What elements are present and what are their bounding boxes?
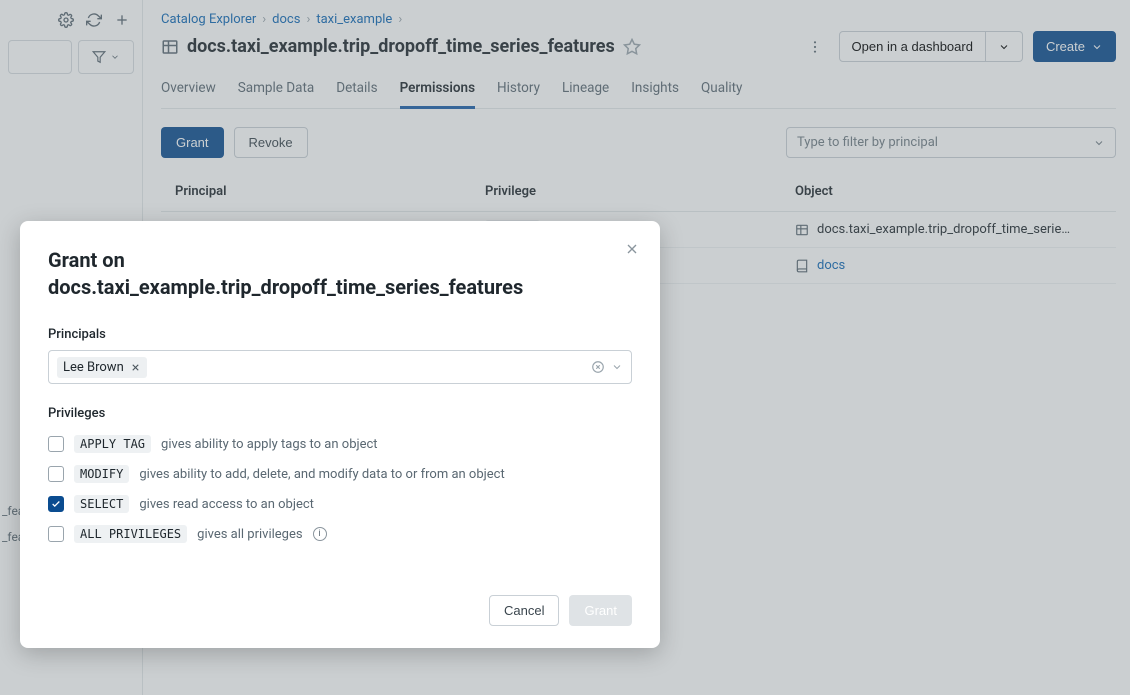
- checkbox-modify[interactable]: [48, 466, 64, 482]
- privilege-name: SELECT: [74, 495, 129, 513]
- grant-modal: Grant on docs.taxi_example.trip_dropoff_…: [20, 221, 660, 648]
- grant-submit-button[interactable]: Grant: [569, 595, 632, 626]
- privilege-row: APPLY TAG gives ability to apply tags to…: [48, 429, 632, 459]
- privilege-row: SELECT gives read access to an object: [48, 489, 632, 519]
- privilege-desc: gives read access to an object: [139, 497, 314, 512]
- principal-chip-label: Lee Brown: [63, 360, 124, 375]
- chevron-down-icon[interactable]: [611, 361, 623, 373]
- privilege-row: MODIFY gives ability to add, delete, and…: [48, 459, 632, 489]
- privilege-row: ALL PRIVILEGES gives all privileges i: [48, 519, 632, 549]
- checkbox-select[interactable]: [48, 496, 64, 512]
- privilege-desc: gives ability to add, delete, and modify…: [139, 467, 504, 482]
- remove-chip-icon[interactable]: [130, 362, 141, 373]
- privilege-desc: gives all privileges: [197, 527, 302, 542]
- clear-all-icon[interactable]: [591, 360, 605, 374]
- info-icon[interactable]: i: [313, 527, 327, 541]
- close-icon[interactable]: [620, 237, 644, 261]
- principals-label: Principals: [48, 327, 632, 342]
- principal-chip: Lee Brown: [57, 357, 147, 378]
- principals-select[interactable]: Lee Brown: [48, 350, 632, 384]
- privileges-label: Privileges: [48, 406, 632, 421]
- privilege-name: APPLY TAG: [74, 435, 151, 453]
- checkbox-all-privileges[interactable]: [48, 526, 64, 542]
- cancel-button[interactable]: Cancel: [489, 595, 559, 626]
- privilege-name: MODIFY: [74, 465, 129, 483]
- modal-title: Grant on docs.taxi_example.trip_dropoff_…: [48, 247, 632, 301]
- privilege-desc: gives ability to apply tags to an object: [161, 437, 378, 452]
- checkbox-apply-tag[interactable]: [48, 436, 64, 452]
- privilege-name: ALL PRIVILEGES: [74, 525, 187, 543]
